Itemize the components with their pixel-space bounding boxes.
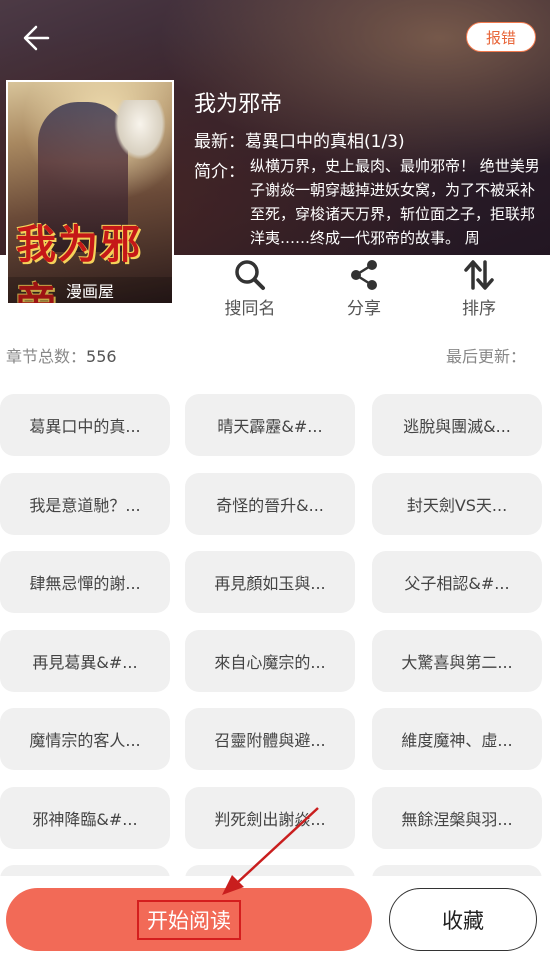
chapter-item[interactable]: 大驚喜與第二...	[372, 630, 542, 692]
chapter-item[interactable]: 維度魔神、虛...	[372, 708, 542, 770]
chapter-item[interactable]: 奇怪的晉升&...	[185, 473, 355, 535]
back-arrow-icon	[23, 25, 50, 51]
search-icon	[235, 260, 265, 290]
chapter-item[interactable]: 無餘涅槃與羽...	[372, 787, 542, 849]
share-button[interactable]: 分享	[314, 258, 414, 322]
chapter-count-label: 章节总数：	[6, 347, 87, 366]
cover-title-art: 我为邪帝	[16, 221, 142, 305]
search-same-name-label: 搜同名	[224, 299, 276, 319]
chapter-count: 章节总数：556	[6, 343, 117, 367]
book-title: 我为邪帝	[194, 92, 283, 117]
chapter-item[interactable]: 逃脫與團滅&...	[372, 394, 542, 456]
intro-label: 简介：	[194, 162, 245, 182]
last-update-label: 最后更新：	[445, 347, 526, 366]
chapter-item[interactable]: 父子相認&#...	[372, 551, 542, 613]
latest-chapter[interactable]: 最新：葛異口中的真相(1/3)	[194, 127, 405, 152]
sort-button[interactable]: 排序	[429, 258, 529, 322]
chapter-item[interactable]: 肆無忌憚的謝...	[0, 551, 170, 613]
back-button[interactable]	[18, 20, 58, 56]
chapter-count-value: 556	[86, 347, 117, 366]
chapter-item[interactable]: 來自心魔宗的...	[185, 630, 355, 692]
action-bar: 搜同名 分享 排序	[195, 258, 545, 322]
chapter-item[interactable]: 我是意道馳？...	[0, 473, 170, 535]
sort-label: 排序	[462, 299, 496, 319]
chapter-item[interactable]: 邪神降臨&#...	[0, 787, 170, 849]
chapter-item[interactable]: 魔情宗的客人...	[0, 708, 170, 770]
chapter-item[interactable]: 判死劍出謝焱...	[185, 787, 355, 849]
chapter-item[interactable]: 葛異口中的真...	[0, 394, 170, 456]
chapter-item[interactable]: 召靈附體與避...	[185, 708, 355, 770]
start-reading-button[interactable]: 开始阅读	[6, 888, 372, 951]
favorite-button[interactable]: 收藏	[389, 888, 537, 951]
cover-source-label: 漫画屋	[8, 277, 172, 303]
cover-owl	[114, 100, 166, 160]
chapter-item[interactable]: 晴天霹靂&#...	[185, 394, 355, 456]
book-cover[interactable]: 我为邪帝 漫画屋	[6, 80, 174, 305]
intro-text: 纵横万界，史上最肉、最帅邪帝！ 绝世美男子谢焱一朝穿越掉进妖女窝，为了不被采补至…	[250, 157, 540, 247]
share-icon	[351, 260, 377, 290]
chapter-item[interactable]: 再見顏如玉與...	[185, 551, 355, 613]
search-same-name-button[interactable]: 搜同名	[200, 258, 300, 322]
chapter-item[interactable]: 再見葛異&#...	[0, 630, 170, 692]
chapter-item[interactable]: 封天劍VS天...	[372, 473, 542, 535]
share-label: 分享	[347, 299, 381, 319]
start-reading-label: 开始阅读	[137, 899, 241, 940]
sort-icon	[464, 260, 494, 290]
report-error-button[interactable]: 报错	[466, 22, 536, 52]
